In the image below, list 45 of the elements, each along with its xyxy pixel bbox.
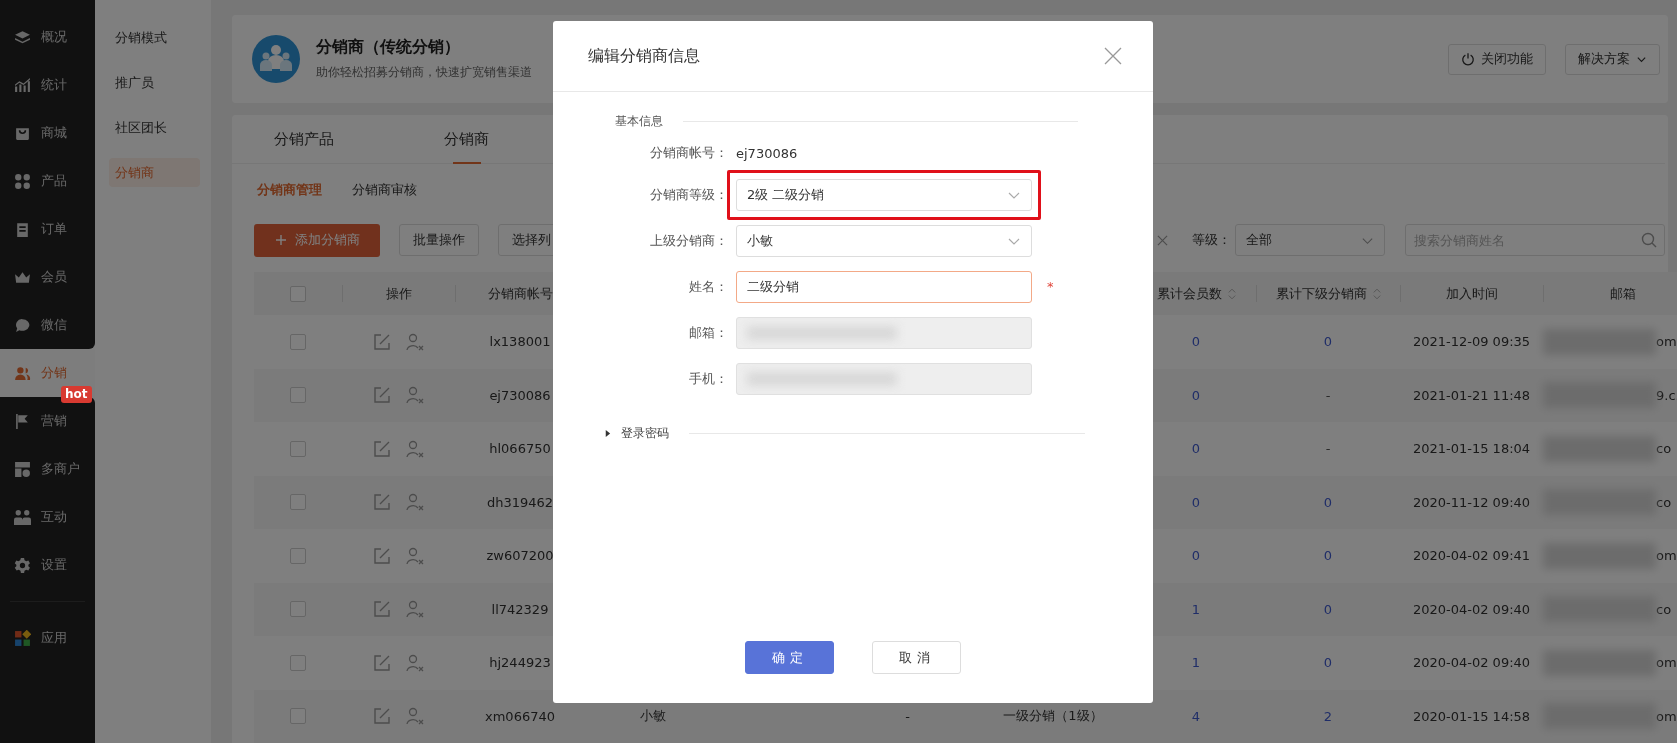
table-cell: ej730086 xyxy=(489,387,551,403)
field-label: 手机： xyxy=(688,369,728,388)
level-filter-label: 等级： xyxy=(1192,231,1231,249)
table-cell: dh319462 xyxy=(486,494,554,510)
column-header: 操作 xyxy=(385,284,412,303)
table-cell: hl066750 xyxy=(489,441,551,457)
table-cell: 2020-01-15 14:58 xyxy=(1412,708,1531,724)
table-cell: om xyxy=(1656,334,1677,350)
field-label: 上级分销商： xyxy=(649,231,728,250)
table-cell: ll742329 xyxy=(491,601,549,617)
table-cell: 2020-04-02 09:40 xyxy=(1412,601,1531,617)
table-cell: 一级分销（1级） xyxy=(1003,707,1103,726)
table-cell: 2021-01-15 18:04 xyxy=(1412,441,1531,457)
page-subtitle: 助你轻松招募分销商，快速扩宽销售渠道 xyxy=(316,64,532,81)
account-value: ej730086 xyxy=(736,145,799,161)
page-title: 分销商（传统分销） xyxy=(316,37,461,58)
table-cell: co xyxy=(1656,441,1672,457)
table-cell: hj244923 xyxy=(489,655,551,671)
hot-badge: hot xyxy=(61,386,92,403)
table-cell: xm066740 xyxy=(485,708,555,724)
table-cell: om xyxy=(1656,548,1677,564)
column-header: 邮箱 xyxy=(1610,284,1636,303)
column-header: 加入时间 xyxy=(1445,284,1498,303)
field-label: 邮箱： xyxy=(688,323,728,342)
field-label: 姓名： xyxy=(688,277,728,296)
table-cell: om xyxy=(1656,655,1677,671)
table-cell: 2021-12-09 09:35 xyxy=(1412,334,1531,350)
table-cell: 2020-11-12 09:40 xyxy=(1412,494,1531,510)
column-header: 分销商帐号 xyxy=(487,284,553,303)
table-cell: - xyxy=(905,708,910,724)
table-cell: lx138001 xyxy=(489,334,551,350)
dialog-title: 编辑分销商信息 xyxy=(588,45,700,67)
field-label: 分销商等级： xyxy=(649,185,728,204)
required-mark: * xyxy=(1046,279,1055,294)
table-cell: 2021-01-21 11:48 xyxy=(1412,387,1531,403)
table-cell: 2020-04-02 09:40 xyxy=(1412,655,1531,671)
table-cell: co xyxy=(1656,601,1672,617)
field-label: 分销商帐号： xyxy=(649,144,728,162)
table-cell: co xyxy=(1656,494,1672,510)
table-cell: 小敏 xyxy=(639,707,666,726)
table-cell: 2020-04-02 09:41 xyxy=(1412,548,1531,564)
section-title: 基本信息 xyxy=(615,113,663,130)
table-cell: zw607200 xyxy=(486,548,554,564)
table-cell: om xyxy=(1656,708,1677,724)
table-cell: 9.c. xyxy=(1656,387,1677,403)
